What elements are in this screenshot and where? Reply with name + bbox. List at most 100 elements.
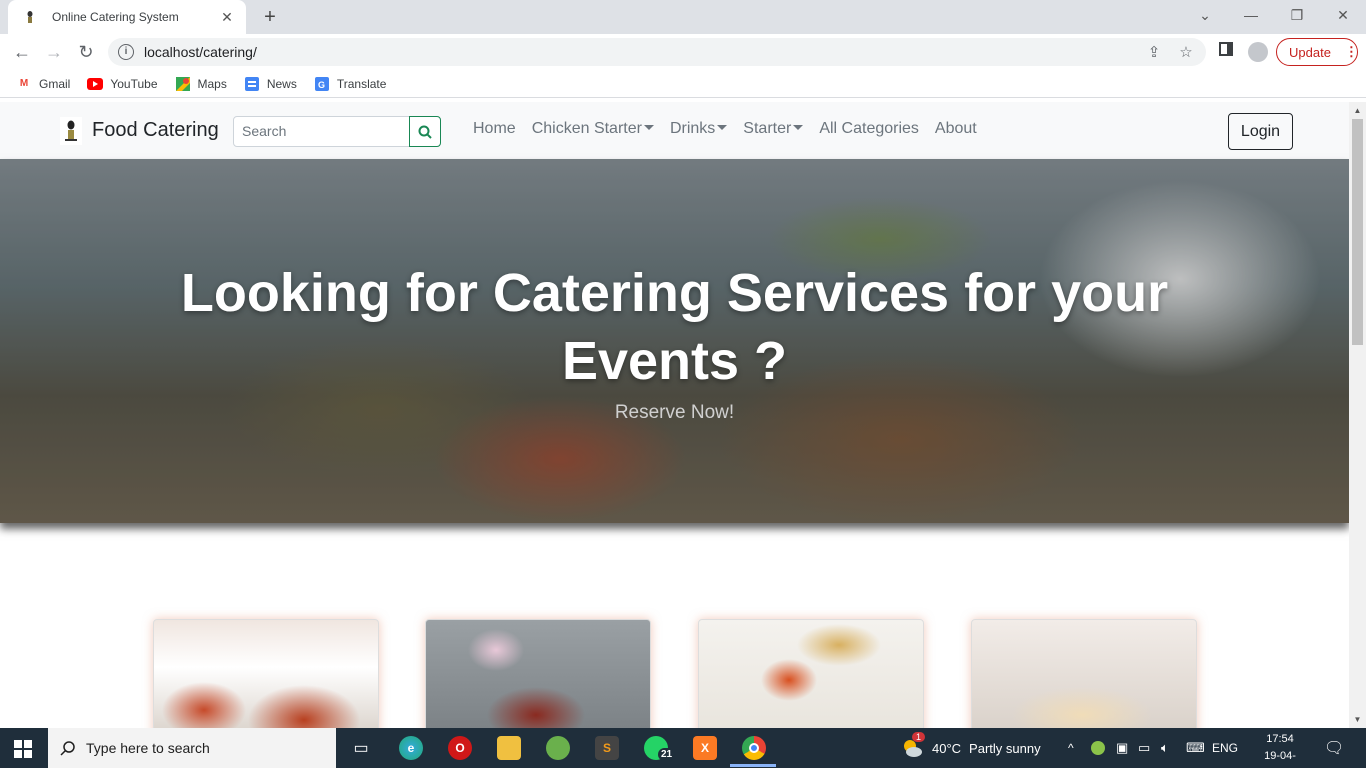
- windows-taskbar: Type here to search ▭ e O S 21 X 1 40°C …: [0, 728, 1366, 768]
- nav-chicken-starter[interactable]: Chicken Starter: [532, 120, 654, 138]
- translate-icon: G: [314, 76, 330, 92]
- weather-widget[interactable]: 1 40°C Partly sunny: [900, 728, 1041, 768]
- profile-avatar-icon[interactable]: [1248, 42, 1268, 62]
- weather-badge: 1: [912, 732, 926, 742]
- url-text[interactable]: localhost/catering/: [144, 44, 1142, 60]
- nav-all-categories[interactable]: All Categories: [819, 120, 919, 138]
- battery-icon[interactable]: ▭: [1138, 728, 1150, 768]
- reload-button[interactable]: ↻: [74, 40, 98, 64]
- opera-icon[interactable]: O: [448, 736, 472, 760]
- address-bar[interactable]: i localhost/catering/ ⇪ ☆: [108, 38, 1206, 66]
- xampp-icon[interactable]: X: [693, 736, 717, 760]
- tab-title: Online Catering System: [52, 10, 179, 24]
- bookmark-translate[interactable]: G Translate: [314, 76, 387, 92]
- minimize-button[interactable]: —: [1228, 0, 1274, 30]
- sublime-text-icon[interactable]: S: [595, 736, 619, 760]
- nav-label: All Categories: [819, 120, 919, 137]
- whatsapp-badge: 21: [658, 748, 676, 761]
- category-cards: [0, 619, 1349, 728]
- notification-icon[interactable]: 🗨︎: [1324, 728, 1344, 768]
- tab-close-icon[interactable]: ✕: [218, 9, 236, 26]
- bookmark-label: YouTube: [110, 76, 158, 91]
- weather-icon: 1: [900, 732, 926, 760]
- reserve-now-link[interactable]: Reserve Now!: [0, 402, 1349, 424]
- nav-about[interactable]: About: [935, 120, 977, 138]
- spring-tool-icon[interactable]: [546, 736, 570, 760]
- whatsapp-icon[interactable]: 21: [644, 736, 676, 761]
- nav-label: About: [934, 120, 977, 137]
- active-app-indicator: [730, 764, 776, 767]
- taskbar-search[interactable]: Type here to search: [48, 728, 336, 768]
- search-button[interactable]: [409, 116, 441, 147]
- meet-now-icon[interactable]: ▣: [1116, 728, 1128, 768]
- bookmark-news[interactable]: News: [244, 76, 297, 92]
- browser-toolbar: ← → ↻ i localhost/catering/ ⇪ ☆ Update ⋮: [0, 34, 1366, 70]
- news-icon: [244, 76, 260, 92]
- network-icon[interactable]: ⌨︎: [1186, 728, 1205, 768]
- update-button[interactable]: Update ⋮: [1276, 38, 1358, 66]
- bookmark-maps[interactable]: Maps: [175, 76, 227, 92]
- task-view-icon[interactable]: ▭: [349, 736, 373, 760]
- nav-label: Chicken Starter: [531, 120, 642, 137]
- update-label: Update: [1289, 44, 1331, 60]
- bookmarks-bar: M Gmail YouTube Maps News G Translate: [0, 70, 1366, 98]
- category-card-image[interactable]: [153, 619, 379, 728]
- restore-button[interactable]: ❐: [1274, 0, 1320, 30]
- taskbar-clock[interactable]: 17:54 19-04-2024: [1252, 731, 1308, 768]
- new-tab-button[interactable]: +: [258, 6, 282, 28]
- nav-label: Home: [473, 120, 516, 137]
- page-scrollbar[interactable]: ▲ ▼: [1349, 102, 1366, 728]
- site-navbar: Food Catering Search Home Chicken Starte…: [0, 102, 1349, 159]
- hero-banner: Looking for Catering Services for your E…: [0, 159, 1349, 523]
- category-card-image[interactable]: [971, 619, 1197, 728]
- scroll-thumb[interactable]: [1352, 119, 1363, 345]
- bookmark-youtube[interactable]: YouTube: [87, 76, 158, 92]
- bookmark-label: Maps: [197, 76, 227, 91]
- category-card-image[interactable]: [698, 619, 924, 728]
- site-favicon-icon: [22, 9, 38, 25]
- side-panel-icon[interactable]: [1214, 40, 1238, 64]
- brand-logo-icon[interactable]: [60, 117, 82, 145]
- menu-dots-icon[interactable]: ⋮: [1345, 44, 1358, 60]
- bookmark-gmail[interactable]: M Gmail: [16, 76, 71, 92]
- taskbar-search-placeholder: Type here to search: [86, 740, 210, 756]
- file-explorer-icon[interactable]: [497, 736, 521, 760]
- login-button[interactable]: Login: [1228, 113, 1293, 150]
- back-button[interactable]: ←: [10, 40, 34, 64]
- search-icon: [60, 741, 75, 756]
- volume-icon[interactable]: 🔈︎: [1161, 728, 1169, 768]
- site-info-icon[interactable]: i: [118, 44, 134, 60]
- youtube-icon: [87, 76, 104, 92]
- nav-label: Drinks: [669, 120, 716, 137]
- share-icon[interactable]: ⇪: [1142, 43, 1166, 61]
- search-input[interactable]: Search: [233, 116, 410, 147]
- tray-app-icon[interactable]: [1091, 728, 1105, 768]
- clock-date: 19-04-2024: [1264, 750, 1296, 768]
- maps-icon: [175, 76, 191, 92]
- nav-starter[interactable]: Starter: [743, 120, 804, 138]
- hero-title: Looking for Catering Services for your E…: [0, 259, 1349, 395]
- caret-down-icon: [793, 124, 804, 130]
- browser-tab[interactable]: Online Catering System ✕: [8, 0, 246, 34]
- caret-down-icon: [643, 124, 654, 130]
- windows-start-icon[interactable]: [14, 740, 32, 758]
- forward-button[interactable]: →: [42, 40, 66, 64]
- svg-text:G: G: [318, 80, 325, 90]
- chrome-icon[interactable]: [742, 736, 766, 760]
- bookmark-star-icon[interactable]: ☆: [1174, 43, 1198, 61]
- show-hidden-icons[interactable]: ^: [1068, 728, 1074, 768]
- nav-drinks[interactable]: Drinks: [669, 120, 728, 138]
- brand-name[interactable]: Food Catering: [92, 119, 219, 142]
- bookmark-label: News: [266, 76, 297, 91]
- category-card-image[interactable]: [425, 619, 651, 728]
- nav-home[interactable]: Home: [473, 120, 516, 138]
- close-window-button[interactable]: ✕: [1320, 0, 1366, 30]
- language-indicator[interactable]: ENG: [1212, 728, 1238, 768]
- bookmark-label: Translate: [336, 76, 387, 91]
- scroll-down-icon[interactable]: ▼: [1349, 711, 1366, 728]
- scroll-up-icon[interactable]: ▲: [1349, 102, 1366, 119]
- weather-temp: 40°C: [932, 740, 962, 756]
- edge-icon[interactable]: e: [399, 736, 423, 760]
- tab-search-icon[interactable]: ⌄: [1182, 0, 1228, 30]
- caret-down-icon: [717, 124, 728, 130]
